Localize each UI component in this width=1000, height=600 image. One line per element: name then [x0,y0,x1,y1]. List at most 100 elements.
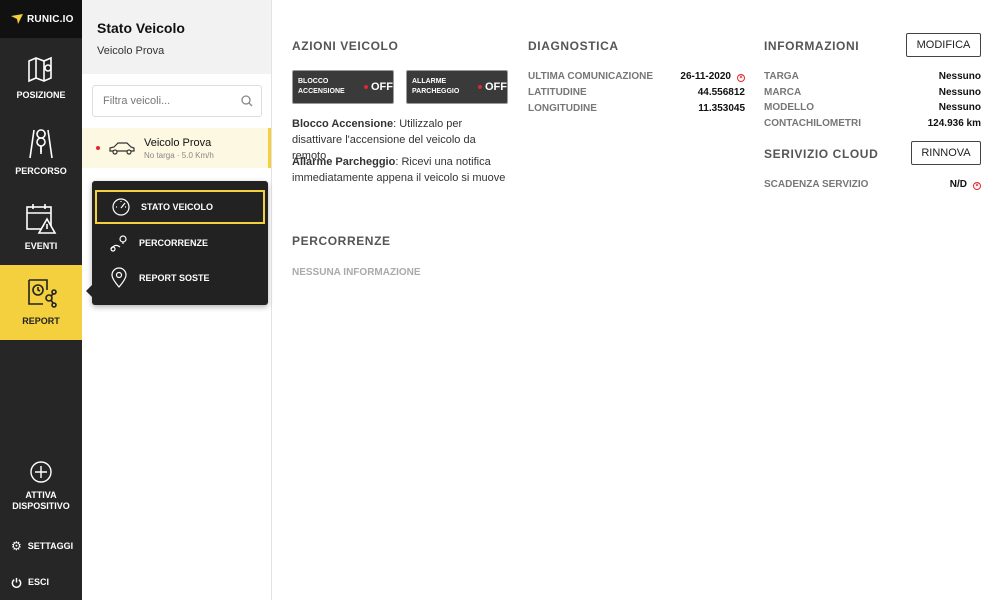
nav-report-label: REPORT [22,316,60,326]
menu-item-label: REPORT SOSTE [139,273,210,283]
nav-posizione-label: POSIZIONE [16,90,66,100]
search-box [92,85,262,117]
desc2-bold: Allarme Parcheggio [292,156,396,168]
vehicle-meta: No targa · 5.0 Km/h [144,150,214,160]
diagnostica-title: DIAGNOSTICA [528,39,619,53]
info-row-marca: MARCA Nessuno [764,87,981,98]
diag-key: ULTIMA COMUNICAZIONE [528,71,653,82]
blocco-l1: BLOCCO [298,78,329,85]
nav-percorso-label: PERCORSO [15,166,67,176]
diag-row-ultima-comunicazione: ULTIMA COMUNICAZIONE 26-11-2020 × [528,71,745,82]
allarme-state: OFF [485,81,507,93]
attiva-line1: ATTIVA [25,490,57,500]
status-dot [96,146,100,150]
info-value: Nessuno [938,102,981,113]
location-pin-icon [111,267,127,288]
calendar-alert-icon [26,204,57,234]
nav-percorso[interactable]: PERCORSO [0,115,82,190]
percorrenze-title: PERCORRENZE [292,234,391,248]
diag-key: LONGITUDINE [528,103,597,114]
allarme-label: ALLARME PARCHEGGIO [412,77,472,97]
info-key: MARCA [764,87,802,98]
diag-value-wrap: 26-11-2020 × [680,71,745,82]
info-value: Nessuno [938,87,981,98]
blocco-state: OFF [371,81,393,93]
diag-value: 44.556812 [697,87,745,98]
route-pin-icon [110,235,127,252]
route-icon [29,129,53,159]
nav-eventi-label: EVENTI [24,241,58,251]
info-value: 124.936 km [927,118,981,129]
nav-settaggi[interactable]: ⚙ SETTAGGI [0,528,82,564]
percorrenze-empty: NESSUNA INFORMAZIONE [292,267,421,278]
rinnova-button[interactable]: RINNOVA [911,141,981,165]
vehicle-name: Veicolo Prova [144,136,212,149]
logo[interactable]: RUNIC.IO [0,0,82,38]
menu-item-label: PERCORRENZE [139,238,209,248]
page-subtitle: Veicolo Prova [97,45,165,57]
plus-circle-icon [30,461,52,483]
allarme-parcheggio-toggle[interactable]: ALLARME PARCHEGGIO OFF [406,70,508,104]
status-dot [364,85,368,89]
menu-item-stato-veicolo[interactable]: STATO VEICOLO [95,190,265,224]
logo-text: RUNIC.IO [27,13,74,25]
power-icon [11,577,22,588]
nav-attiva-label: ATTIVA DISPOSITIVO [12,490,70,512]
nav-attiva-dispositivo[interactable]: ATTIVA DISPOSITIVO [0,450,82,522]
report-clock-icon [28,279,57,308]
info-row-contachilometri: CONTACHILOMETRI 124.936 km [764,118,981,129]
modifica-button[interactable]: MODIFICA [906,33,981,57]
info-row-modello: MODELLO Nessuno [764,102,981,113]
allarme-l1: ALLARME [412,78,447,85]
nav-esci[interactable]: ESCI [0,564,82,600]
vehicle-info: Veicolo Prova No targa · 5.0 Km/h [144,137,214,160]
nav-report[interactable]: REPORT [0,265,82,340]
search-input[interactable] [103,95,241,107]
diag-row-latitudine: LATITUDINE 44.556812 [528,87,745,98]
diag-value: 11.353045 [698,103,745,114]
panel-header: Stato Veicolo Veicolo Prova [82,0,271,74]
vehicle-list-item[interactable]: Veicolo Prova No targa · 5.0 Km/h [82,128,271,168]
diag-key: LATITUDINE [528,87,587,98]
azioni-title: AZIONI VEICOLO [292,39,399,53]
desc1-bold: Blocco Accensione [292,118,394,130]
speedometer-icon [112,198,130,216]
car-icon [109,142,135,155]
report-menu: STATO VEICOLO PERCORRENZE REPORT SOSTE [86,181,268,305]
blocco-label: BLOCCO ACCENSIONE [298,77,358,97]
info-key: TARGA [764,71,799,82]
cloud-value: N/D [949,179,967,190]
info-key: MODELLO [764,102,814,113]
error-icon: × [973,182,981,190]
page-title: Stato Veicolo [97,20,185,36]
blocco-l2: ACCENSIONE [298,88,345,95]
esci-label: ESCI [28,577,50,587]
error-icon: × [737,74,745,82]
cloud-row-scadenza: SCADENZA SERVIZIO N/D × [764,179,981,190]
nav-eventi[interactable]: EVENTI [0,190,82,265]
diag-value: 26-11-2020 [680,71,731,82]
search-icon[interactable] [241,95,253,107]
status-dot [478,85,482,89]
allarme-description: Allarme Parcheggio: Ricevi una notifica … [292,154,512,186]
settaggi-label: SETTAGGI [27,541,74,551]
attiva-line2: DISPOSITIVO [12,501,70,511]
info-row-targa: TARGA Nessuno [764,71,981,82]
info-key: CONTACHILOMETRI [764,118,862,129]
informazioni-title: INFORMAZIONI [764,39,860,53]
runic-logo-icon [11,14,23,24]
menu-item-percorrenze[interactable]: PERCORRENZE [95,226,265,260]
map-pin-icon [28,56,52,83]
cloud-title: SERIVIZIO CLOUD [764,147,879,161]
cloud-key: SCADENZA SERVIZIO [764,179,869,190]
cloud-value-wrap: N/D × [950,179,981,190]
menu-item-label: STATO VEICOLO [141,202,214,212]
main-sidebar: RUNIC.IO POSIZIONE PERCORSO EVENTI REPOR… [0,0,82,600]
blocco-accensione-toggle[interactable]: BLOCCO ACCENSIONE OFF [292,70,394,104]
nav-posizione[interactable]: POSIZIONE [0,40,82,115]
diag-row-longitudine: LONGITUDINE 11.353045 [528,103,745,114]
menu-item-report-soste[interactable]: REPORT SOSTE [95,261,265,295]
allarme-l2: PARCHEGGIO [412,88,460,95]
gear-icon: ⚙ [11,539,22,553]
main-content: AZIONI VEICOLO BLOCCO ACCENSIONE OFF ALL… [272,0,1000,600]
